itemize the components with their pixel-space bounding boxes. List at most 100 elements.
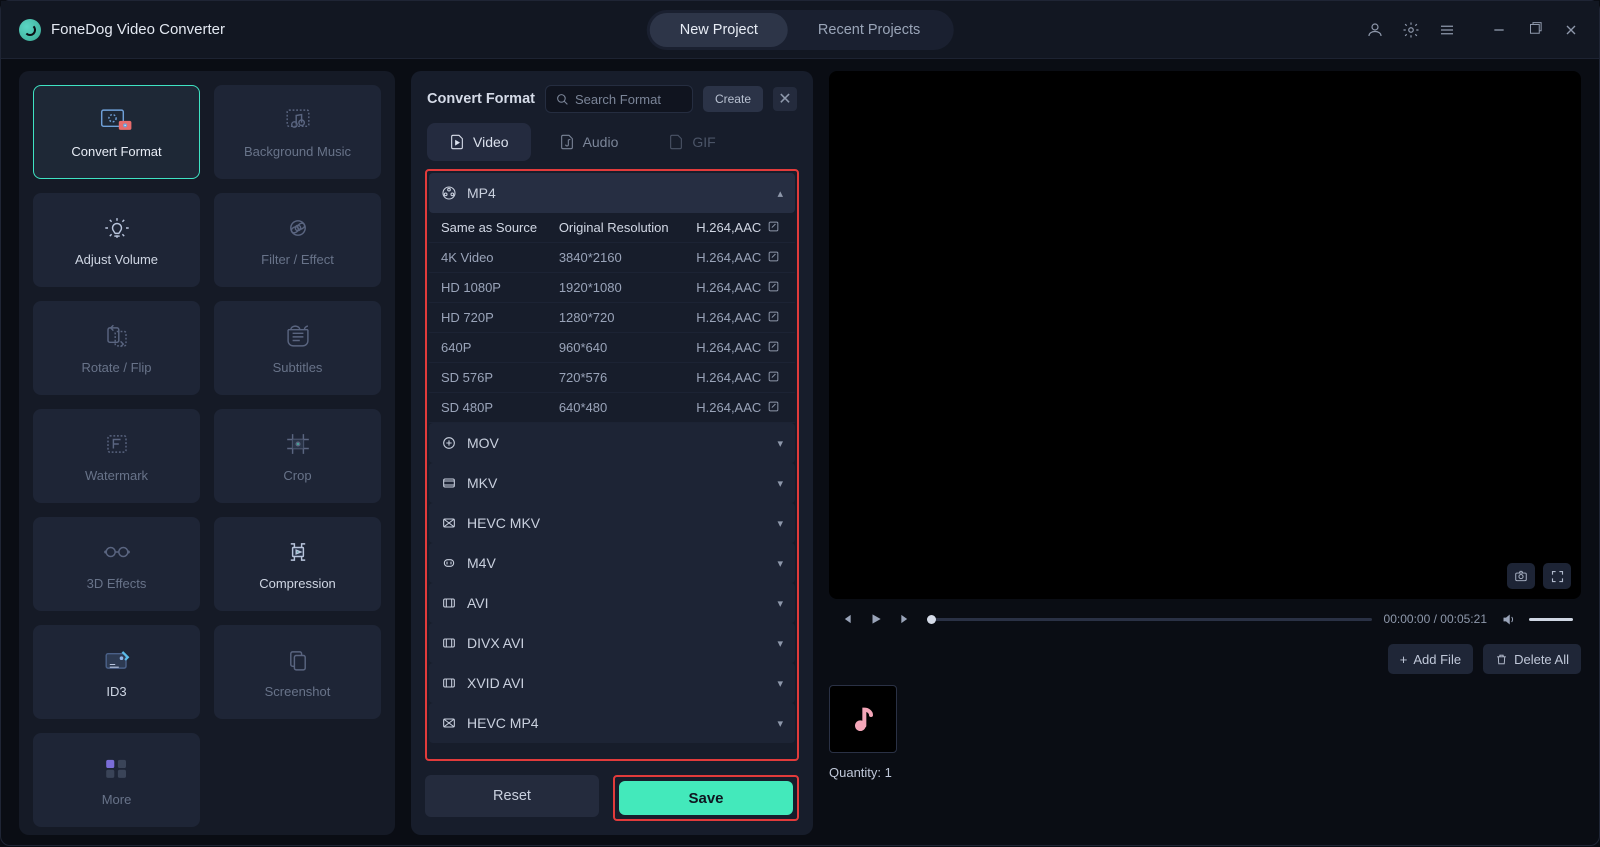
edit-preset-icon[interactable] bbox=[767, 340, 783, 356]
format-group-mkv[interactable]: MKV ▾ bbox=[429, 463, 795, 503]
tile-icon bbox=[99, 538, 135, 566]
format-group-xvid-avi[interactable]: XVID AVI▾ bbox=[429, 663, 795, 703]
preset-row[interactable]: 4K Video3840*2160H.264,AAC bbox=[429, 243, 795, 273]
edit-preset-icon[interactable] bbox=[767, 400, 783, 416]
preset-row[interactable]: SD 480P640*480H.264,AAC bbox=[429, 393, 795, 423]
close-panel-button[interactable]: ✕ bbox=[773, 87, 797, 111]
timeline-handle[interactable] bbox=[927, 615, 936, 624]
preset-codec: H.264,AAC bbox=[696, 340, 767, 355]
close-icon[interactable] bbox=[1561, 20, 1581, 40]
prev-button[interactable] bbox=[837, 610, 855, 628]
edit-preset-icon[interactable] bbox=[767, 280, 783, 296]
delete-all-button[interactable]: Delete All bbox=[1483, 644, 1581, 674]
volume-icon[interactable] bbox=[1499, 610, 1517, 628]
media-tab-gif[interactable]: GIF bbox=[646, 123, 737, 161]
search-input[interactable]: Search Format bbox=[545, 85, 693, 113]
format-panel: Convert Format Search Format Create ✕ Vi… bbox=[411, 71, 813, 835]
gif-file-icon bbox=[668, 134, 684, 150]
preset-row[interactable]: SD 576P720*576H.264,AAC bbox=[429, 363, 795, 393]
sidebar-tile-background-music[interactable]: Background Music bbox=[214, 85, 381, 179]
format-group-mp4[interactable]: MP4 ▴ bbox=[429, 173, 795, 213]
sidebar-tile-3d-effects[interactable]: 3D Effects bbox=[33, 517, 200, 611]
format-group-avi[interactable]: AVI▾ bbox=[429, 583, 795, 623]
tab-recent-projects[interactable]: Recent Projects bbox=[788, 13, 950, 47]
play-button[interactable] bbox=[867, 610, 885, 628]
format-group-hevc-mp4[interactable]: HEVC MP4▾ bbox=[429, 703, 795, 743]
tile-icon bbox=[99, 430, 135, 458]
reset-button[interactable]: Reset bbox=[425, 775, 599, 817]
settings-icon[interactable] bbox=[1401, 20, 1421, 40]
format-group-m4v[interactable]: M4V▾ bbox=[429, 543, 795, 583]
tile-icon bbox=[99, 754, 135, 782]
format-group-label: MKV bbox=[467, 475, 497, 491]
add-file-button[interactable]: +Add File bbox=[1388, 644, 1473, 674]
sidebar-tile-id3[interactable]: ID3 bbox=[33, 625, 200, 719]
chevron-down-icon: ▾ bbox=[777, 677, 783, 690]
sidebar-tile-subtitles[interactable]: Subtitles bbox=[214, 301, 381, 395]
trash-icon bbox=[1495, 653, 1508, 666]
video-preview[interactable] bbox=[829, 71, 1581, 599]
snapshot-button[interactable] bbox=[1507, 563, 1535, 589]
sidebar-tile-watermark[interactable]: Watermark bbox=[33, 409, 200, 503]
next-button[interactable] bbox=[897, 610, 915, 628]
preset-name: Same as Source bbox=[441, 220, 559, 235]
sidebar-tile-screenshot[interactable]: Screenshot bbox=[214, 625, 381, 719]
tile-icon bbox=[280, 322, 316, 350]
preset-row[interactable]: Same as SourceOriginal ResolutionH.264,A… bbox=[429, 213, 795, 243]
preset-resolution: Original Resolution bbox=[559, 220, 696, 235]
tile-label: 3D Effects bbox=[87, 576, 147, 591]
edit-preset-icon[interactable] bbox=[767, 370, 783, 386]
sidebar-tile-filter-effect[interactable]: Filter / Effect bbox=[214, 193, 381, 287]
format-group-divx-avi[interactable]: DIVX AVI▾ bbox=[429, 623, 795, 663]
sidebar-tile-adjust-volume[interactable]: Adjust Volume bbox=[33, 193, 200, 287]
sidebar-tile-convert-format[interactable]: Convert Format bbox=[33, 85, 200, 179]
user-icon[interactable] bbox=[1365, 20, 1385, 40]
preset-resolution: 640*480 bbox=[559, 400, 696, 415]
minimize-icon[interactable] bbox=[1489, 20, 1509, 40]
create-button[interactable]: Create bbox=[703, 86, 763, 112]
sidebar-tile-rotate-flip[interactable]: Rotate / Flip bbox=[33, 301, 200, 395]
tile-label: Screenshot bbox=[265, 684, 331, 699]
playbar: 00:00:00 / 00:05:21 bbox=[829, 599, 1581, 639]
format-list[interactable]: MP4 ▴ Same as SourceOriginal ResolutionH… bbox=[425, 169, 799, 761]
chevron-down-icon: ▾ bbox=[777, 437, 783, 450]
format-icon bbox=[441, 515, 457, 531]
tile-icon bbox=[99, 214, 135, 242]
tile-label: Watermark bbox=[85, 468, 148, 483]
app-title: FoneDog Video Converter bbox=[51, 21, 225, 38]
preset-row[interactable]: HD 1080P1920*1080H.264,AAC bbox=[429, 273, 795, 303]
format-icon bbox=[441, 675, 457, 691]
preset-codec: H.264,AAC bbox=[696, 370, 767, 385]
volume-slider[interactable] bbox=[1529, 618, 1573, 621]
tab-new-project[interactable]: New Project bbox=[650, 13, 788, 47]
edit-preset-icon[interactable] bbox=[767, 220, 783, 236]
tile-label: Filter / Effect bbox=[261, 252, 334, 267]
chevron-down-icon: ▾ bbox=[777, 477, 783, 490]
tile-icon bbox=[99, 646, 135, 674]
preset-codec: H.264,AAC bbox=[696, 250, 767, 265]
sidebar-tile-crop[interactable]: Crop bbox=[214, 409, 381, 503]
sidebar-tile-compression[interactable]: Compression bbox=[214, 517, 381, 611]
edit-preset-icon[interactable] bbox=[767, 310, 783, 326]
sidebar: Convert FormatBackground MusicAdjust Vol… bbox=[19, 71, 395, 835]
preset-name: SD 480P bbox=[441, 400, 559, 415]
format-group-mov[interactable]: MOV▾ bbox=[429, 423, 795, 463]
maximize-icon[interactable] bbox=[1525, 20, 1545, 40]
preset-resolution: 1280*720 bbox=[559, 310, 696, 325]
timeline-slider[interactable] bbox=[927, 618, 1372, 621]
format-group-hevc-mkv[interactable]: HEVC MKV▾ bbox=[429, 503, 795, 543]
preset-row[interactable]: 640P960*640H.264,AAC bbox=[429, 333, 795, 363]
clip-thumbnail[interactable] bbox=[829, 685, 897, 753]
edit-preset-icon[interactable] bbox=[767, 250, 783, 266]
audio-file-icon bbox=[559, 134, 575, 150]
preset-row[interactable]: HD 720P1280*720H.264,AAC bbox=[429, 303, 795, 333]
tile-icon bbox=[99, 322, 135, 350]
media-tab-audio[interactable]: Audio bbox=[537, 123, 641, 161]
film-icon bbox=[441, 185, 457, 201]
save-button[interactable]: Save bbox=[619, 781, 793, 815]
sidebar-tile-more[interactable]: More bbox=[33, 733, 200, 827]
tile-label: Crop bbox=[283, 468, 311, 483]
media-tab-video[interactable]: Video bbox=[427, 123, 531, 161]
fullscreen-button[interactable] bbox=[1543, 563, 1571, 589]
menu-icon[interactable] bbox=[1437, 20, 1457, 40]
